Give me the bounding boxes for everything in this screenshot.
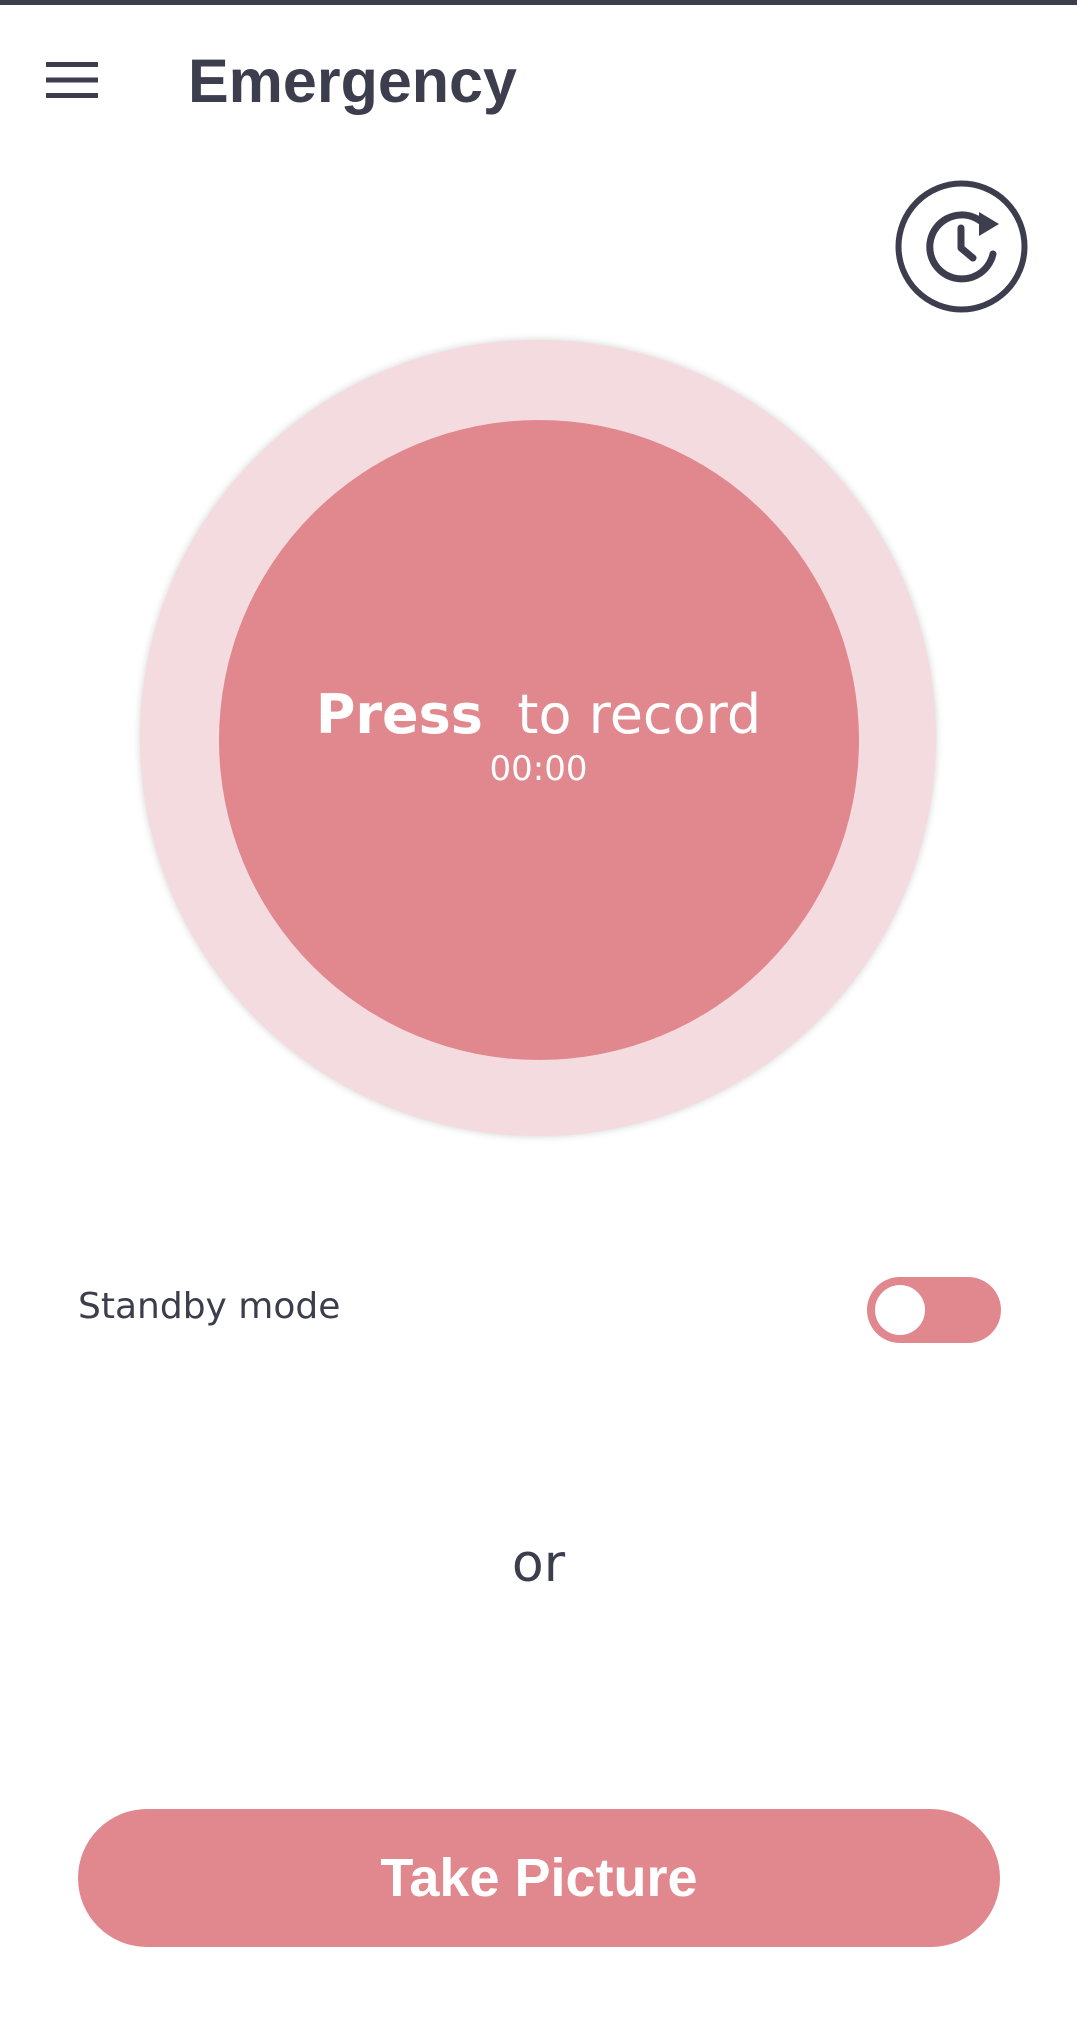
or-divider-text: or [511, 1534, 566, 1594]
toggle-knob [875, 1285, 925, 1335]
record-prompt: Press to record [0, 683, 1077, 747]
standby-mode-toggle[interactable] [867, 1277, 1001, 1343]
record-timer: 00:00 [489, 749, 588, 789]
history-button[interactable] [895, 180, 1028, 313]
record-prompt-rest: to record [517, 683, 762, 746]
hamburger-menu-icon [46, 62, 98, 98]
standby-mode-label: Standby mode [78, 1286, 341, 1327]
record-prompt-press: Press [315, 683, 483, 746]
menu-button[interactable] [30, 45, 114, 115]
take-picture-button[interactable]: Take Picture [78, 1809, 1000, 1947]
top-border [0, 0, 1077, 5]
clock-history-icon [895, 180, 1028, 313]
page-title: Emergency [188, 47, 517, 115]
